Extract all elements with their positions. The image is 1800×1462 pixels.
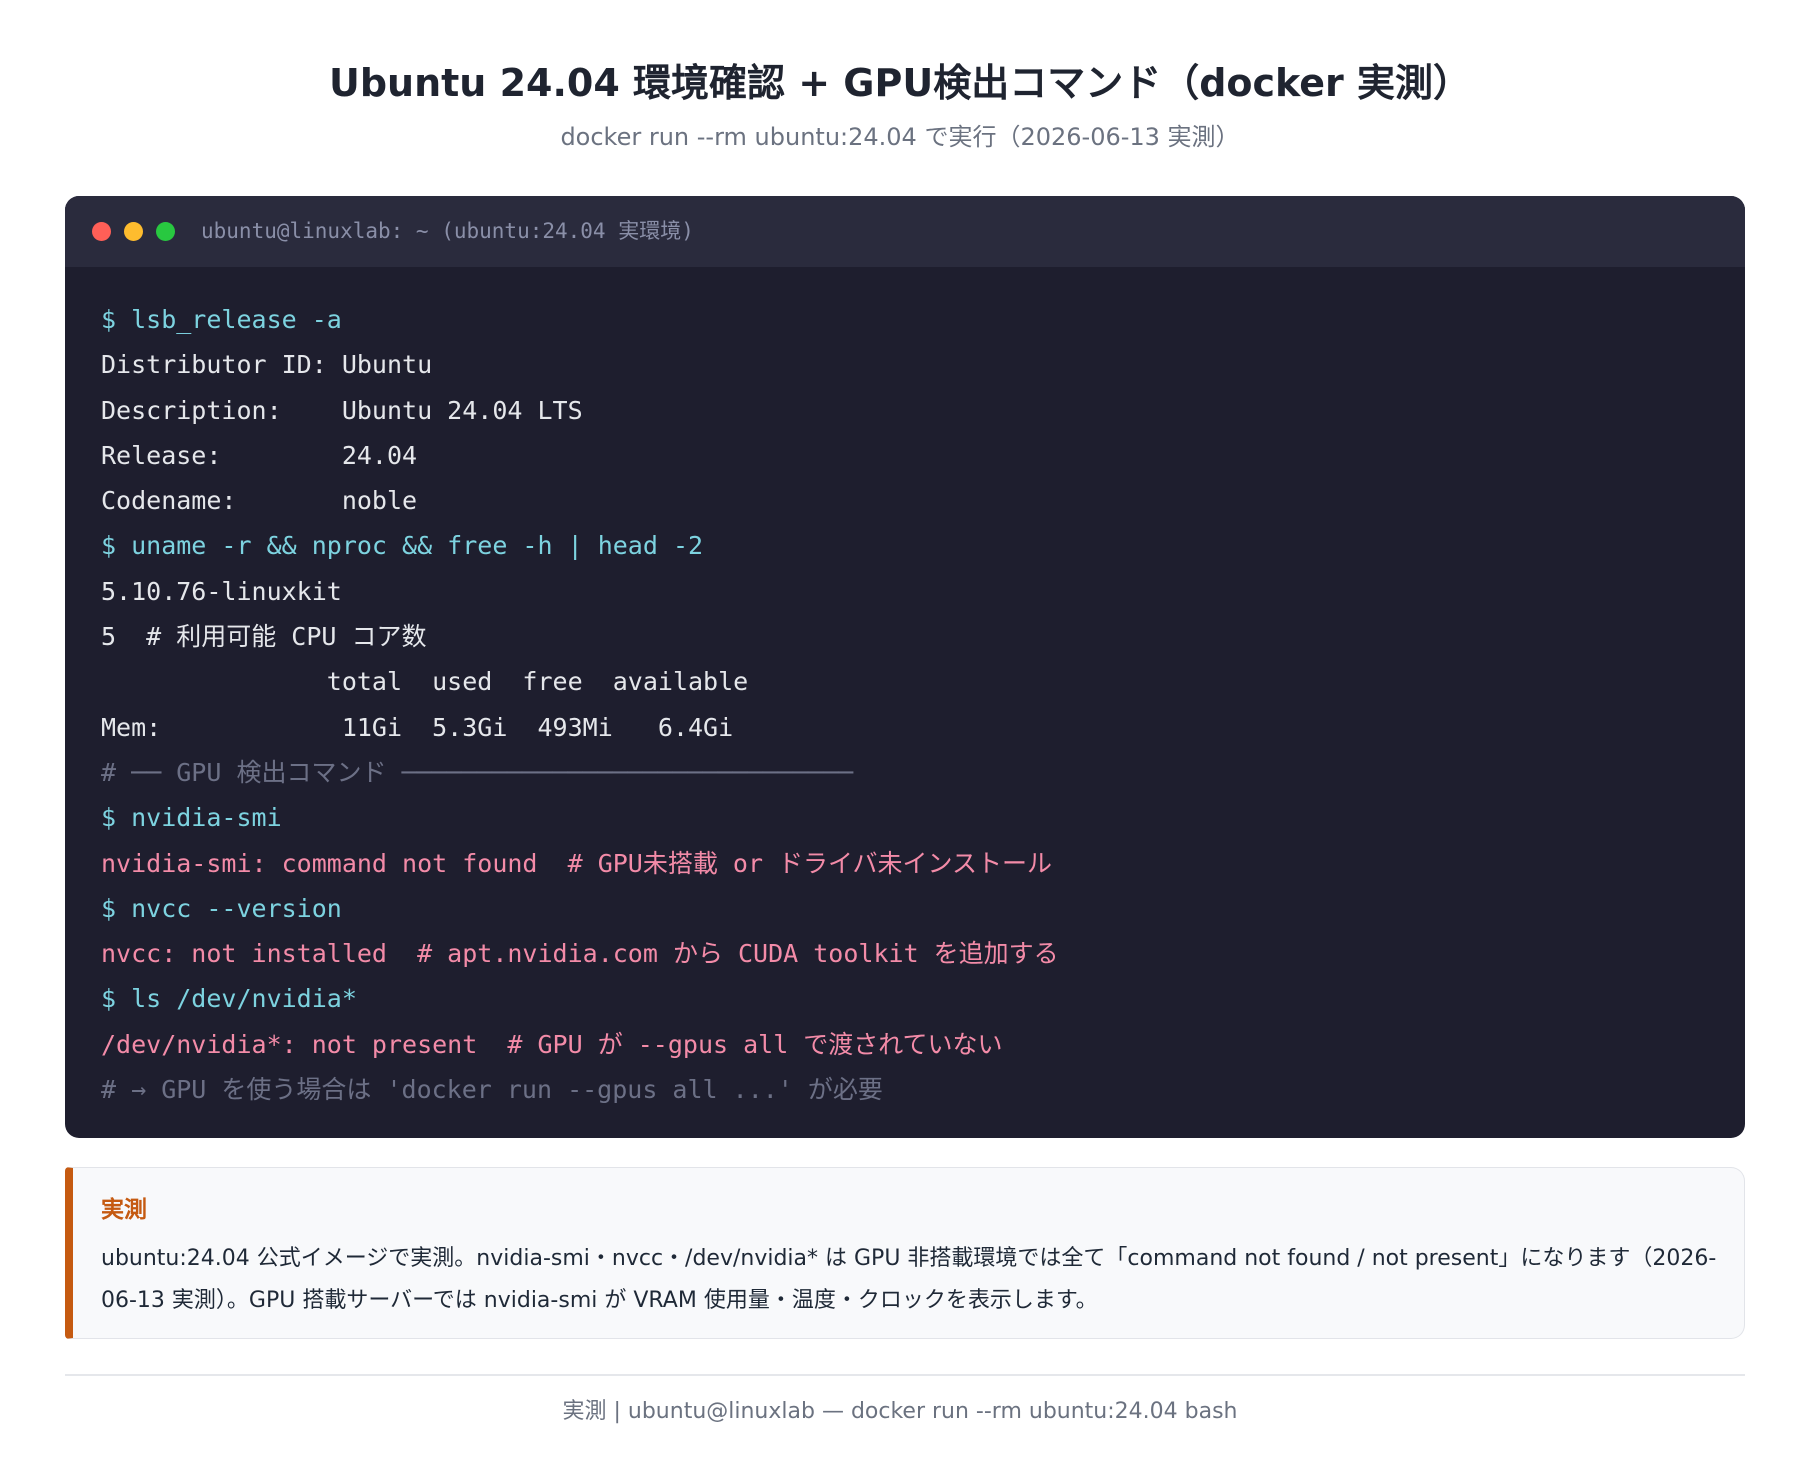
terminal-line: Mem: 11Gi 5.3Gi 493Mi 6.4Gi bbox=[101, 712, 734, 742]
terminal-line: # → GPU を使う場合は 'docker run --gpus all ..… bbox=[101, 1075, 883, 1105]
close-window-dot-icon[interactable] bbox=[92, 222, 111, 241]
maximize-window-dot-icon[interactable] bbox=[156, 222, 175, 241]
terminal-title-bar: ubuntu@linuxlab: ~ (ubuntu:24.04 実環境) bbox=[65, 196, 1745, 267]
page: Ubuntu 24.04 環境確認 + GPU検出コマンド（docker 実測）… bbox=[0, 0, 1800, 1462]
terminal-body[interactable]: $ lsb_release -a Distributor ID: Ubuntu … bbox=[65, 267, 1745, 1112]
terminal-line: nvcc: not installed # apt.nvidia.com から … bbox=[101, 939, 1059, 969]
terminal-line: Codename: noble bbox=[101, 486, 418, 516]
terminal-window: ubuntu@linuxlab: ~ (ubuntu:24.04 実環境) $ … bbox=[65, 196, 1745, 1138]
footer-divider bbox=[65, 1374, 1745, 1376]
note-heading: 実測 bbox=[101, 1197, 147, 1223]
terminal-line: nvidia-smi: command not found # GPU未搭載 o… bbox=[101, 848, 1053, 878]
terminal-line: $ ls /dev/nvidia* bbox=[101, 984, 357, 1014]
page-subtitle: docker run --rm ubuntu:24.04 で実行（2026-06… bbox=[560, 123, 1240, 151]
terminal-line: $ lsb_release -a bbox=[101, 305, 342, 334]
footer-text: 実測 | ubuntu@linuxlab — docker run --rm u… bbox=[562, 1399, 1238, 1424]
minimize-window-dot-icon[interactable] bbox=[124, 222, 143, 241]
terminal-line: /dev/nvidia*: not present # GPU が --gpus… bbox=[101, 1029, 1003, 1059]
terminal-line: $ nvidia-smi bbox=[101, 803, 282, 833]
terminal-line: 5.10.76-linuxkit bbox=[101, 576, 342, 606]
terminal-line: total used free available bbox=[101, 667, 749, 697]
terminal-line: # ── GPU 検出コマンド ────────────────────────… bbox=[101, 757, 854, 787]
terminal-line: Release: 24.04 bbox=[101, 440, 418, 470]
terminal-line: 5 # 利用可能 CPU コア数 bbox=[101, 622, 427, 652]
measurement-note: 実測 ubuntu:24.04 公式イメージで実測。nvidia-smi・nvc… bbox=[65, 1167, 1745, 1339]
terminal-line: $ nvcc --version bbox=[101, 893, 342, 923]
terminal-window-title: ubuntu@linuxlab: ~ (ubuntu:24.04 実環境) bbox=[201, 219, 694, 243]
terminal-line: Description: Ubuntu 24.04 LTS bbox=[101, 395, 583, 425]
page-title: Ubuntu 24.04 環境確認 + GPU検出コマンド（docker 実測） bbox=[328, 61, 1472, 105]
terminal-line: Distributor ID: Ubuntu bbox=[101, 350, 433, 380]
terminal-line: $ uname -r && nproc && free -h | head -2 bbox=[101, 531, 704, 561]
note-text: ubuntu:24.04 公式イメージで実測。nvidia-smi・nvcc・/… bbox=[101, 1246, 1717, 1313]
